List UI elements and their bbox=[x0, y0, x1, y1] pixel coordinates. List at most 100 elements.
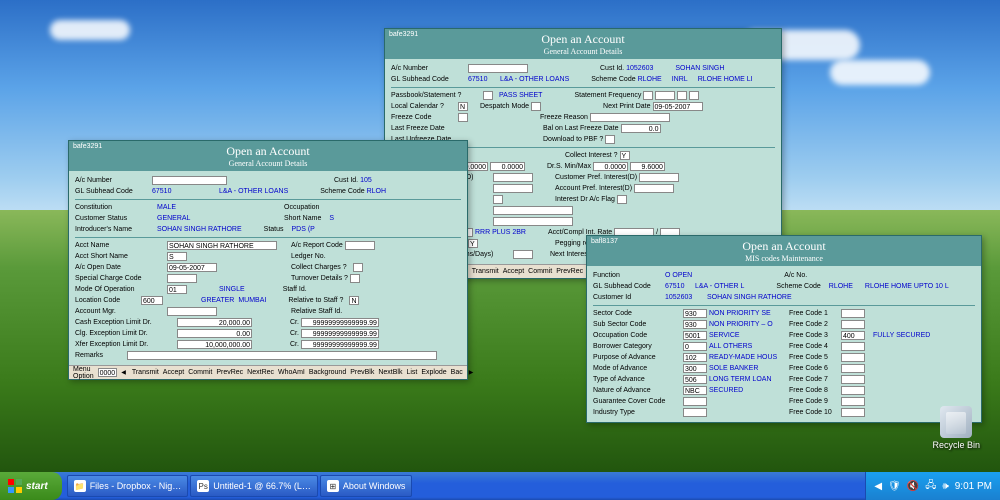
menu-item[interactable]: NextRec bbox=[247, 369, 274, 376]
inp[interactable] bbox=[493, 217, 573, 226]
inp[interactable]: 99999999999999.99 bbox=[301, 318, 379, 327]
code-input[interactable]: 506 bbox=[683, 375, 707, 384]
menu-item[interactable]: Accept bbox=[503, 268, 524, 275]
ac-number-input[interactable] bbox=[468, 64, 528, 73]
code-input[interactable]: 930 bbox=[683, 320, 707, 329]
inp[interactable] bbox=[689, 91, 699, 100]
inp[interactable]: 10,000,000.00 bbox=[177, 340, 252, 349]
inp[interactable]: 9.6000 bbox=[630, 162, 665, 171]
menu-item[interactable]: PrevRec bbox=[216, 369, 243, 376]
titlebar[interactable]: Open an Account MIS codes Maintenance bbox=[587, 236, 981, 266]
free-code-input[interactable] bbox=[841, 309, 865, 318]
tray-icon[interactable]: 🔇 bbox=[907, 481, 919, 492]
next-icon[interactable] bbox=[467, 369, 474, 376]
free-code-input[interactable] bbox=[841, 320, 865, 329]
inp[interactable] bbox=[345, 241, 375, 250]
inp[interactable] bbox=[634, 184, 674, 193]
free-code-input[interactable] bbox=[841, 397, 865, 406]
menu-item[interactable]: Bac bbox=[451, 369, 463, 376]
menu-item[interactable]: NextBlk bbox=[378, 369, 402, 376]
menu-item[interactable]: Commit bbox=[528, 268, 552, 275]
passbook-input[interactable] bbox=[483, 91, 493, 100]
menu-item[interactable]: Background bbox=[309, 369, 346, 376]
inp[interactable] bbox=[350, 274, 360, 283]
tray-icon[interactable]: ◀ bbox=[874, 481, 882, 492]
next-print-input[interactable]: 09-05-2007 bbox=[653, 102, 703, 111]
inp[interactable] bbox=[643, 91, 653, 100]
code-input[interactable]: 5001 bbox=[683, 331, 707, 340]
taskbar-button[interactable]: 📁 Files - Dropbox - Nig… bbox=[67, 475, 189, 497]
desktop-icon-recycle-bin[interactable]: Recycle Bin bbox=[932, 406, 980, 450]
menu-item[interactable]: List bbox=[406, 369, 417, 376]
inp[interactable]: Y bbox=[468, 239, 478, 248]
inp[interactable]: 0.0000 bbox=[593, 162, 628, 171]
code-input[interactable] bbox=[683, 408, 707, 417]
window-mis-codes[interactable]: bafl8137 Open an Account MIS codes Maint… bbox=[586, 235, 982, 423]
inp[interactable] bbox=[677, 91, 687, 100]
code-input[interactable]: 930 bbox=[683, 309, 707, 318]
inp[interactable]: 99999999999999.99 bbox=[301, 329, 379, 338]
inp[interactable] bbox=[493, 206, 573, 215]
inp[interactable] bbox=[493, 184, 533, 193]
inp[interactable] bbox=[513, 250, 533, 259]
free-code-input[interactable] bbox=[841, 375, 865, 384]
inp[interactable]: 600 bbox=[141, 296, 163, 305]
menu-item[interactable]: PrevRec bbox=[556, 268, 583, 275]
prev-icon[interactable] bbox=[121, 369, 128, 376]
menu-item[interactable]: Transmit bbox=[132, 369, 159, 376]
menu-item[interactable]: Transmit bbox=[472, 268, 499, 275]
tray-icon[interactable]: 🛡 bbox=[888, 481, 901, 492]
menu-option-input[interactable]: 0000 bbox=[98, 368, 118, 377]
menu-item[interactable]: PrevBlk bbox=[350, 369, 374, 376]
inp[interactable] bbox=[617, 195, 627, 204]
menu-item[interactable]: Explode bbox=[421, 369, 446, 376]
acct-name-input[interactable]: SOHAN SINGH RATHORE bbox=[167, 241, 277, 250]
inp[interactable]: N bbox=[349, 296, 359, 305]
titlebar[interactable]: Open an Account General Account Details bbox=[385, 29, 781, 59]
titlebar[interactable]: Open an Account General Account Details bbox=[69, 141, 467, 171]
inp[interactable]: Y bbox=[620, 151, 630, 160]
code-input[interactable]: 300 bbox=[683, 364, 707, 373]
inp[interactable]: S bbox=[167, 252, 187, 261]
inp[interactable] bbox=[167, 274, 197, 283]
inp[interactable] bbox=[493, 195, 503, 204]
start-button[interactable]: start bbox=[0, 472, 62, 500]
code-input[interactable]: NBC bbox=[683, 386, 707, 395]
inp[interactable]: N bbox=[458, 102, 468, 111]
free-code-input[interactable] bbox=[841, 353, 865, 362]
inp[interactable] bbox=[655, 91, 675, 100]
inp[interactable] bbox=[605, 135, 615, 144]
ac-open-date-input[interactable]: 09-05-2007 bbox=[167, 263, 217, 272]
inp[interactable] bbox=[493, 173, 533, 182]
inp[interactable]: 01 bbox=[167, 285, 187, 294]
inp[interactable]: 0.0 bbox=[621, 124, 661, 133]
taskbar-button[interactable]: Ps Untitled-1 @ 66.7% (L… bbox=[190, 475, 318, 497]
inp[interactable]: 0.0000 bbox=[490, 162, 525, 171]
inp[interactable] bbox=[167, 307, 217, 316]
code-input[interactable] bbox=[683, 397, 707, 406]
inp[interactable] bbox=[458, 113, 468, 122]
menu-item[interactable]: Commit bbox=[188, 369, 212, 376]
code-input[interactable]: 0 bbox=[683, 342, 707, 351]
inp[interactable] bbox=[353, 263, 363, 272]
menu-item[interactable]: WhoAmI bbox=[278, 369, 305, 376]
inp[interactable] bbox=[531, 102, 541, 111]
window-general-account-details-a[interactable]: bafe3291 Open an Account General Account… bbox=[68, 140, 468, 380]
tray-icon[interactable]: 🖧 bbox=[925, 478, 936, 495]
taskbar-button[interactable]: ⊞ About Windows bbox=[320, 475, 413, 497]
inp[interactable] bbox=[639, 173, 679, 182]
remarks-input[interactable] bbox=[127, 351, 437, 360]
free-code-input[interactable] bbox=[841, 342, 865, 351]
inp[interactable]: 20,000.00 bbox=[177, 318, 252, 327]
free-code-input[interactable]: 400 bbox=[841, 331, 865, 340]
menu-item[interactable]: Accept bbox=[163, 369, 184, 376]
tray-icon[interactable]: 🕪 bbox=[942, 481, 948, 492]
inp[interactable]: 0.00 bbox=[177, 329, 252, 338]
code-input[interactable]: 102 bbox=[683, 353, 707, 362]
free-code-input[interactable] bbox=[841, 408, 865, 417]
free-code-input[interactable] bbox=[841, 364, 865, 373]
inp[interactable]: 99999999999999.99 bbox=[301, 340, 379, 349]
inp[interactable] bbox=[590, 113, 670, 122]
ac-number-input[interactable] bbox=[152, 176, 227, 185]
free-code-input[interactable] bbox=[841, 386, 865, 395]
